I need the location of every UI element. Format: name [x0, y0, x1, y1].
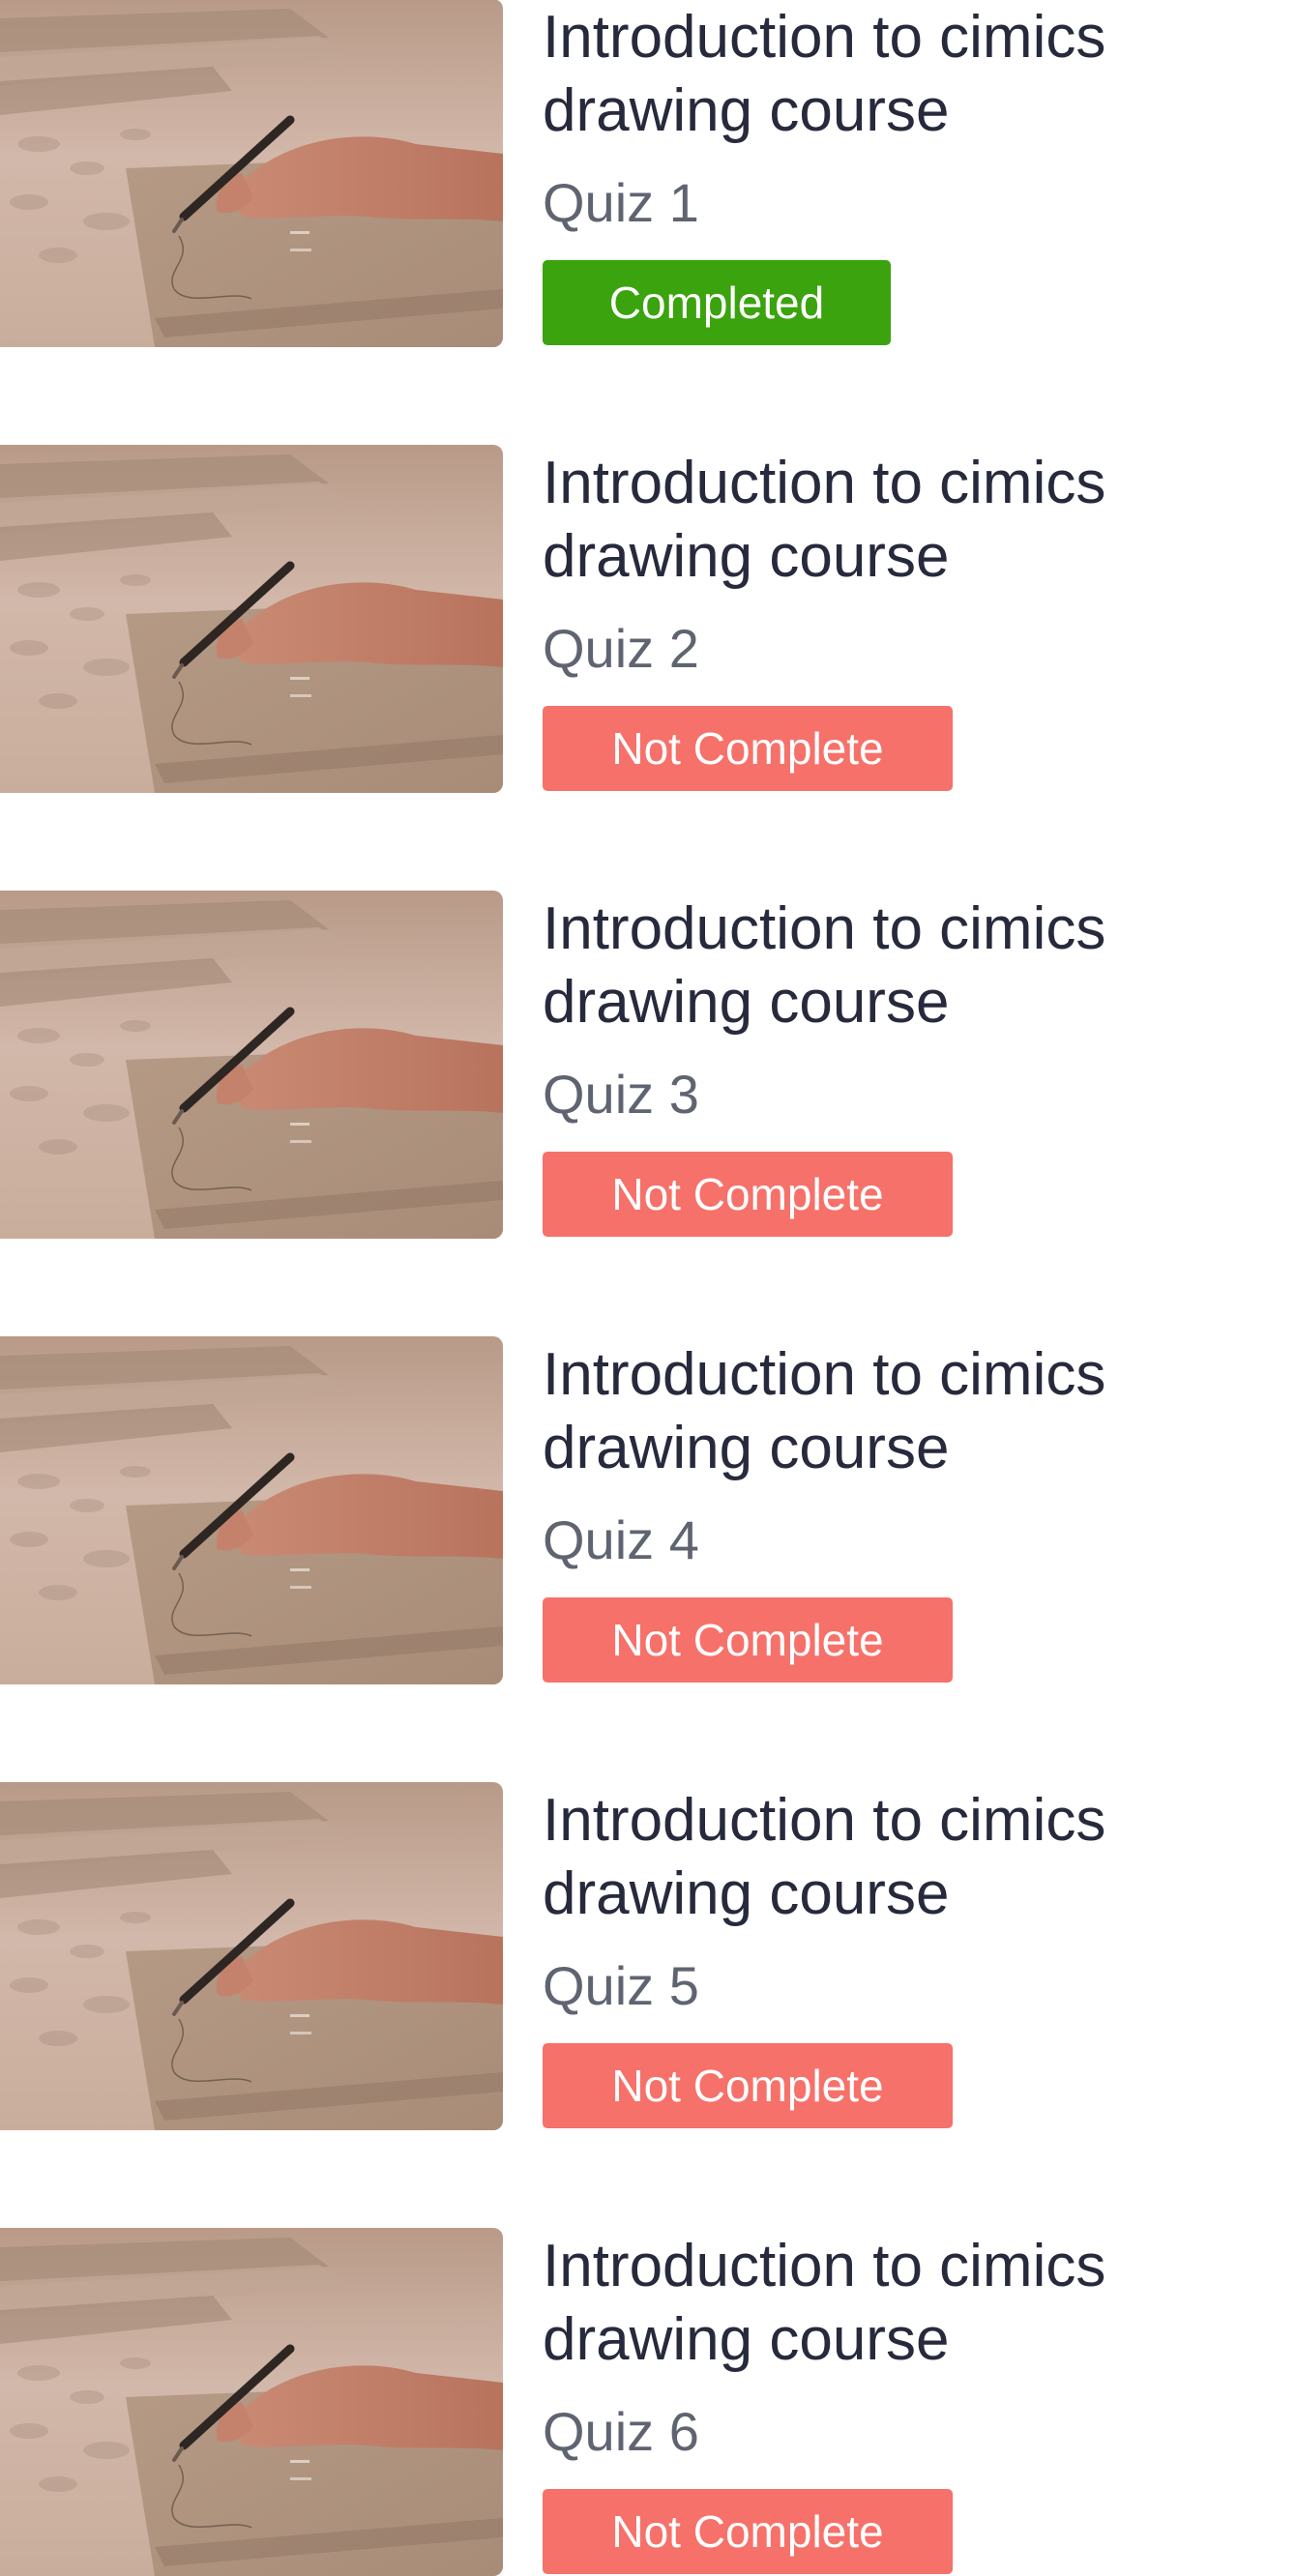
- course-title[interactable]: Introduction to cimics drawing course: [543, 447, 1278, 594]
- quiz-label: Quiz 4: [543, 1509, 699, 1570]
- quiz-label: Quiz 1: [543, 172, 699, 233]
- quiz-label: Quiz 6: [543, 2401, 699, 2462]
- status-badge-not-complete[interactable]: Not Complete: [543, 2043, 953, 2128]
- quiz-label: Quiz 2: [543, 618, 699, 679]
- status-badge-not-complete[interactable]: Not Complete: [543, 706, 953, 791]
- quiz-card[interactable]: Introduction to cimics drawing course Qu…: [0, 1782, 1296, 2130]
- course-title[interactable]: Introduction to cimics drawing course: [543, 1, 1278, 148]
- course-title[interactable]: Introduction to cimics drawing course: [543, 893, 1278, 1039]
- status-badge-completed[interactable]: Completed: [543, 260, 891, 345]
- course-thumbnail[interactable]: [0, 445, 503, 793]
- course-title[interactable]: Introduction to cimics drawing course: [543, 2230, 1278, 2377]
- quiz-label: Quiz 3: [543, 1064, 699, 1125]
- course-thumbnail[interactable]: [0, 2228, 503, 2576]
- course-thumbnail[interactable]: [0, 1336, 503, 1684]
- quiz-card[interactable]: Introduction to cimics drawing course Qu…: [0, 891, 1296, 1239]
- quiz-label: Quiz 5: [543, 1955, 699, 2016]
- quiz-card[interactable]: Introduction to cimics drawing course Qu…: [0, 1336, 1296, 1684]
- course-title[interactable]: Introduction to cimics drawing course: [543, 1338, 1278, 1485]
- status-badge-not-complete[interactable]: Not Complete: [543, 1597, 953, 1683]
- course-title[interactable]: Introduction to cimics drawing course: [543, 1784, 1278, 1931]
- status-badge-not-complete[interactable]: Not Complete: [543, 1152, 953, 1237]
- status-badge-not-complete[interactable]: Not Complete: [543, 2489, 953, 2574]
- quiz-card[interactable]: Introduction to cimics drawing course Qu…: [0, 445, 1296, 793]
- course-thumbnail[interactable]: [0, 891, 503, 1239]
- quiz-card[interactable]: Introduction to cimics drawing course Qu…: [0, 2228, 1296, 2576]
- quiz-card[interactable]: Introduction to cimics drawing course Qu…: [0, 0, 1296, 347]
- course-thumbnail[interactable]: [0, 0, 503, 347]
- course-thumbnail[interactable]: [0, 1782, 503, 2130]
